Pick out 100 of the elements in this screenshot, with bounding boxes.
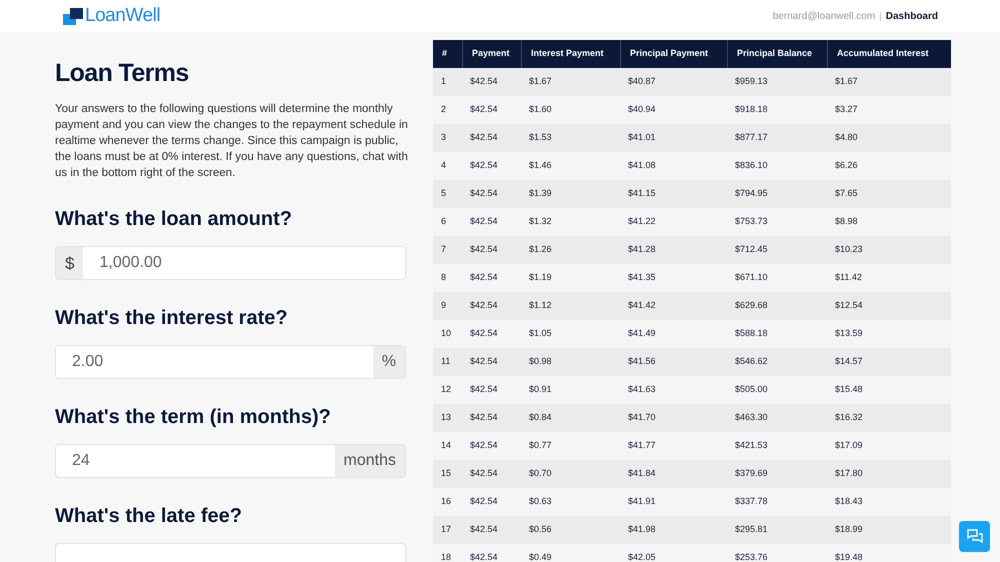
table-cell-text: $0.56 [528, 523, 553, 536]
table-cell-text: $42.54 [469, 439, 499, 452]
question-label: What's the interest rate? [55, 306, 289, 332]
table-cell-text: $877.17 [734, 131, 769, 144]
table-cell-text: $40.87 [627, 75, 657, 88]
table-cell-text: $0.49 [528, 551, 553, 562]
table-cell-text: $0.70 [528, 467, 553, 480]
table-cell-text: $41.63 [627, 383, 657, 396]
table-cell-text: $42.05 [627, 551, 657, 562]
page-title: Loan Terms [55, 58, 190, 89]
table-cell-text: $18.43 [834, 495, 864, 508]
table-cell-text: 10 [440, 327, 452, 340]
table-cell-text: $42.54 [469, 551, 499, 562]
separator: | [879, 10, 882, 24]
table-cell-text: $42.54 [469, 299, 499, 312]
table-cell-text: $41.15 [627, 187, 657, 200]
table-cell-text: $41.70 [627, 411, 657, 424]
table-cell-text: $41.91 [627, 495, 657, 508]
table-cell-text: 7 [440, 243, 448, 256]
chat-button[interactable] [959, 521, 990, 552]
table-cell-text: $42.54 [469, 355, 499, 368]
table-cell-text: $421.53 [734, 439, 769, 452]
table-cell-text: 18 [440, 551, 452, 562]
table-cell-text: $41.42 [627, 299, 657, 312]
table-cell-text: $959.13 [734, 75, 769, 88]
table-cell-text: $6.26 [834, 159, 859, 172]
table-cell-text: $17.80 [834, 467, 864, 480]
table-cell-text: $4.80 [834, 131, 859, 144]
table-cell-text: $1.46 [528, 159, 553, 172]
table-cell-text: 15 [440, 467, 452, 480]
input-field[interactable]: 2.00 % [55, 345, 406, 380]
table-cell-text: $0.84 [528, 411, 553, 424]
table-cell-text: $42.54 [469, 103, 499, 116]
table-cell-text: $41.28 [627, 243, 657, 256]
table-cell-text: $671.10 [734, 271, 769, 284]
table-cell-text: $42.54 [469, 215, 499, 228]
table-cell-text: 9 [440, 299, 448, 312]
table-cell-text: $1.53 [528, 131, 553, 144]
table-cell-text: $337.78 [734, 495, 769, 508]
table-cell-text: $14.57 [834, 355, 864, 368]
table-cell-text: $41.56 [627, 355, 657, 368]
input-value: 24 [71, 451, 91, 472]
table-cell-text: $41.35 [627, 271, 657, 284]
table-cell-text: $0.91 [528, 383, 553, 396]
table-cell-text: 12 [440, 383, 452, 396]
table-cell-text: $836.10 [734, 159, 769, 172]
table-cell-text: $12.54 [834, 299, 864, 312]
table-cell-text: $42.54 [469, 131, 499, 144]
prefix-addon: $ [56, 247, 84, 280]
suffix-addon: % [372, 346, 405, 378]
table-cell-text: $19.48 [834, 551, 864, 562]
table-cell-text: $546.62 [734, 355, 769, 368]
table-cell-text: $1.19 [528, 271, 553, 284]
table-cell-text: $42.54 [469, 271, 499, 284]
table-cell-text: 6 [440, 215, 448, 228]
table-cell-text: $42.54 [469, 523, 499, 536]
table-cell-text: $41.08 [627, 159, 657, 172]
column-header: # [441, 47, 448, 60]
table-cell-text: $18.99 [834, 523, 864, 536]
table-cell-text: $1.39 [528, 187, 553, 200]
table-cell-text: $1.67 [528, 75, 553, 88]
table-cell-text: $1.32 [528, 215, 553, 228]
input-value: 2.00 [71, 352, 104, 372]
input-field[interactable]: $ 1,000.00 [55, 246, 406, 280]
input-value: 1,000.00 [98, 253, 163, 274]
table-cell-text: $1.05 [528, 327, 553, 340]
table-cell-text: $753.73 [734, 215, 769, 228]
table-cell-text: $42.54 [469, 411, 499, 424]
table-cell-text: $295.81 [734, 523, 769, 536]
table-cell-text: $1.12 [528, 299, 553, 312]
table-cell-text: $379.69 [734, 467, 769, 480]
suffix-addon: months [334, 445, 405, 478]
table-cell-text: $11.42 [834, 271, 863, 284]
table-cell-text: 17 [440, 523, 452, 536]
table-cell-text: 2 [440, 103, 448, 116]
table-cell-text: $41.01 [627, 131, 657, 144]
intro-paragraph: Your answers to the following questions will determine the monthly payment and you can view the changes to the repayment schedule in realtime whenever the terms change. Since this campaign is public, the loans must be at 0% interest. If you have any questions, chat with us in the bottom right of the screen. [55, 102, 409, 182]
table-cell-text: $13.59 [834, 327, 864, 340]
table-cell-text: $40.94 [627, 103, 657, 116]
table-cell-text: $41.84 [627, 467, 657, 480]
table-cell-text: $712.45 [734, 243, 769, 256]
logo-text[interactable]: LoanWell [85, 2, 160, 30]
input-field[interactable]: 24 months [55, 444, 406, 478]
table-cell-text: 16 [440, 495, 452, 508]
table-cell-text: $41.77 [627, 439, 657, 452]
logo-icon [63, 8, 83, 24]
table-cell-text: 11 [440, 355, 452, 368]
table-cell-text: $253.76 [734, 551, 769, 562]
table-cell-text: $41.22 [627, 215, 657, 228]
table-cell-text: $42.54 [469, 75, 499, 88]
table-cell-text: $15.48 [834, 383, 864, 396]
table-cell-text: $7.65 [834, 187, 859, 200]
table-cell-text: $8.98 [834, 215, 859, 228]
table-cell-text: $794.95 [734, 187, 769, 200]
user-email: bernard@loanwell.com [772, 10, 876, 24]
table-cell-text: $1.60 [528, 103, 553, 116]
table-cell-text: 8 [440, 271, 448, 284]
table-cell-text: $41.98 [627, 523, 657, 536]
question-label: What's the term (in months)? [55, 405, 332, 430]
dashboard-link[interactable]: Dashboard [886, 8, 938, 24]
